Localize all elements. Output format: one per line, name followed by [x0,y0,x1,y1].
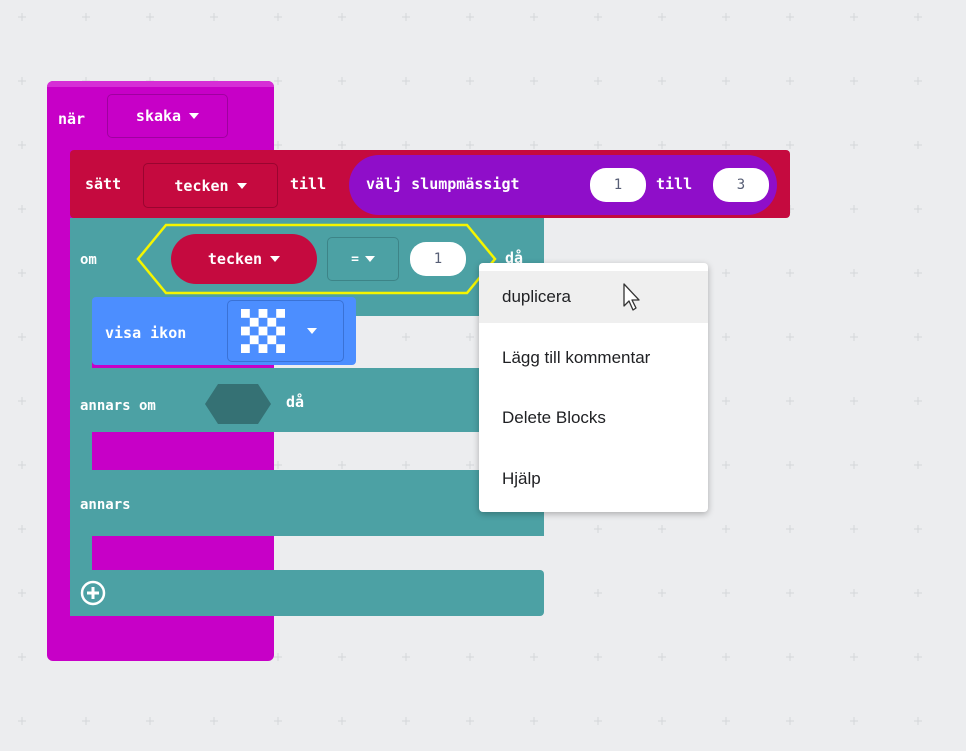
variable-name: tecken [174,176,229,195]
icon-picker-dropdown[interactable] [227,300,344,362]
checkerboard-icon [241,309,285,353]
chevron-down-icon [270,256,281,262]
menu-item-add-comment[interactable]: Lägg till kommentar [479,332,708,384]
else-if-keyword: annars om [80,398,156,414]
blocks-workspace[interactable]: när skaka sätt tecken till välj slumpmäs… [0,0,966,751]
random-from-input[interactable]: 1 [590,168,646,202]
event-keyword: när [58,110,86,128]
chevron-down-icon [307,328,317,334]
condition-value-input[interactable]: 1 [410,242,466,276]
condition-variable-pill[interactable]: tecken [171,234,317,284]
gesture-value: skaka [135,107,182,125]
else-section[interactable] [70,470,544,536]
chevron-down-icon [364,256,375,262]
to-keyword: till [290,175,327,193]
event-block-cap [47,81,274,87]
set-keyword: sätt [85,175,122,193]
menu-item-help[interactable]: Hjälp [479,453,708,505]
random-label: välj slumpmässigt [366,175,520,193]
variable-dropdown[interactable]: tecken [143,163,278,208]
context-menu: duplicera Lägg till kommentar Delete Blo… [479,263,708,512]
plus-circle-icon[interactable] [80,580,106,606]
chevron-down-icon [236,182,247,189]
mouse-pointer-icon [623,283,640,311]
empty-boolean-slot[interactable] [204,383,272,425]
comparison-operator-dropdown[interactable]: = [327,237,399,281]
random-to-input[interactable]: 3 [713,168,769,202]
menu-item-delete-blocks[interactable]: Delete Blocks [479,392,708,444]
chevron-down-icon [189,113,200,119]
show-icon-label: visa ikon [105,324,187,342]
operator-value: = [351,251,359,267]
if-keyword: om [80,252,97,268]
random-to-keyword: till [656,175,693,193]
else-keyword: annars [80,497,131,513]
menu-item-duplicate[interactable]: duplicera [479,271,708,323]
shake-gesture-dropdown[interactable]: skaka [107,94,228,138]
else-if-then-keyword: då [286,393,305,411]
if-block-footer [70,570,544,616]
condition-variable-name: tecken [207,250,263,268]
